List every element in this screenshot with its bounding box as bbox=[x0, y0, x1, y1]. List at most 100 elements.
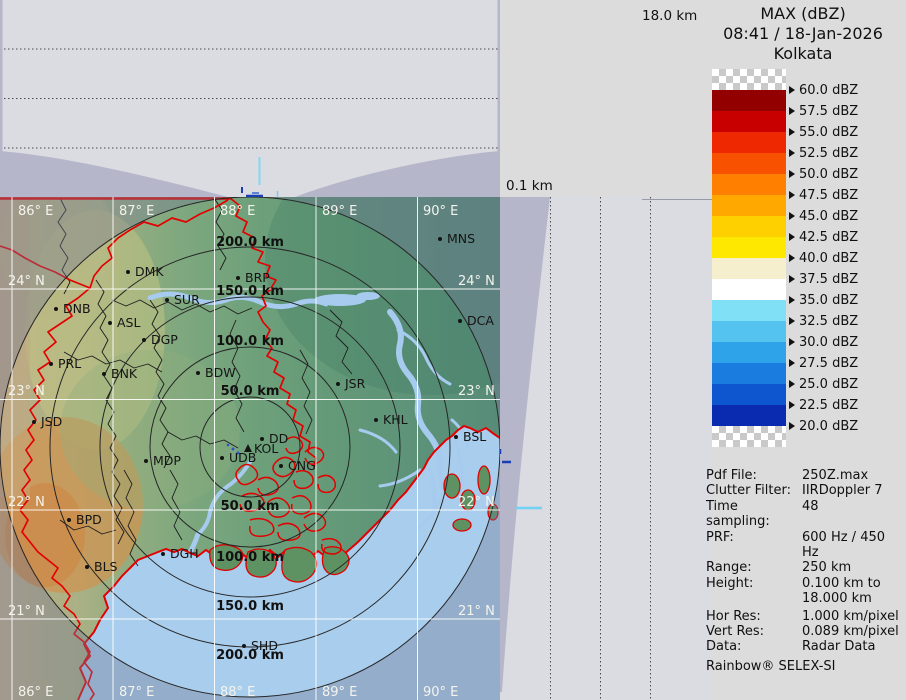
scan-datetime: 08:41 / 18-Jan-2026 bbox=[700, 24, 906, 44]
city-label: ASL bbox=[117, 315, 140, 330]
scale-tick: 50.0 dBZ bbox=[789, 165, 858, 183]
color-swatch bbox=[712, 384, 786, 405]
color-swatch bbox=[712, 216, 786, 237]
meta-row: Height:0.100 km to 18.000 km bbox=[706, 576, 904, 607]
color-swatch bbox=[712, 153, 786, 174]
scale-tick-label: 52.5 dBZ bbox=[799, 146, 858, 161]
lon-label: 87° E bbox=[119, 204, 154, 219]
city-label: MDP bbox=[153, 453, 181, 468]
lat-label: 22° N bbox=[458, 495, 495, 510]
meta-value: 48 bbox=[802, 499, 819, 530]
city-label: DGP bbox=[151, 332, 178, 347]
range-ring-label: 150.0 km bbox=[216, 284, 284, 299]
lon-label: 86° E bbox=[18, 204, 53, 219]
scale-tick: 20.0 dBZ bbox=[789, 417, 858, 435]
tick-arrow-icon bbox=[789, 233, 795, 241]
meta-row: Time sampling:48 bbox=[706, 499, 904, 530]
tick-arrow-icon bbox=[789, 296, 795, 304]
radar-site-label: KOL bbox=[254, 441, 278, 456]
scale-tick-label: 55.0 dBZ bbox=[799, 125, 858, 140]
city-label: JSR bbox=[344, 376, 366, 391]
scale-tick: 32.5 dBZ bbox=[789, 312, 858, 330]
scale-tick-label: 32.5 dBZ bbox=[799, 314, 858, 329]
scale-tick-label: 60.0 dBZ bbox=[799, 83, 858, 98]
scale-tick-label: 25.0 dBZ bbox=[799, 377, 858, 392]
scale-tick: 22.5 dBZ bbox=[789, 396, 858, 414]
city-label: DGH bbox=[170, 546, 199, 561]
lat-label: 21° N bbox=[458, 604, 495, 619]
tick-arrow-icon bbox=[789, 359, 795, 367]
color-scale bbox=[712, 69, 786, 447]
color-swatch bbox=[712, 279, 786, 300]
scale-tick: 60.0 dBZ bbox=[789, 81, 858, 99]
color-swatch bbox=[712, 237, 786, 258]
lat-label: 21° N bbox=[8, 604, 45, 619]
meta-value: 0.100 km to 18.000 km bbox=[802, 576, 881, 607]
tick-arrow-icon bbox=[789, 254, 795, 262]
color-swatch bbox=[712, 342, 786, 363]
scale-tick-label: 42.5 dBZ bbox=[799, 230, 858, 245]
color-swatch bbox=[712, 90, 786, 111]
height-axis-origin-label: 0.1 km bbox=[506, 178, 553, 194]
meta-value: 250Z.max bbox=[802, 468, 868, 483]
meta-row: Range:250 km bbox=[706, 560, 904, 575]
meta-value: 250 km bbox=[802, 560, 851, 575]
scale-tick: 27.5 dBZ bbox=[789, 354, 858, 372]
product-title: MAX (dBZ) bbox=[700, 4, 906, 24]
meta-value: Radar Data bbox=[802, 639, 875, 654]
meta-label: PRF: bbox=[706, 530, 802, 561]
tick-arrow-icon bbox=[789, 149, 795, 157]
meta-label: Vert Res: bbox=[706, 624, 802, 639]
city-label: DCA bbox=[467, 313, 494, 328]
range-ring-label: 150.0 km bbox=[216, 599, 284, 614]
scale-tick-label: 30.0 dBZ bbox=[799, 335, 858, 350]
lon-label: 89° E bbox=[322, 204, 357, 219]
meta-value: IIRDoppler 7 bbox=[802, 483, 883, 498]
tick-arrow-icon bbox=[789, 317, 795, 325]
scale-tick: 25.0 dBZ bbox=[789, 375, 858, 393]
lon-label: 89° E bbox=[322, 685, 357, 700]
scale-tick-label: 45.0 dBZ bbox=[799, 209, 858, 224]
scale-tick-label: 22.5 dBZ bbox=[799, 398, 858, 413]
height-axis-top-label: 18.0 km bbox=[642, 8, 697, 24]
city-label: DNB bbox=[63, 301, 91, 316]
color-swatch bbox=[712, 258, 786, 279]
city-label: BRP bbox=[245, 270, 270, 285]
city-label: UDB bbox=[229, 450, 256, 465]
scale-tick-label: 57.5 dBZ bbox=[799, 104, 858, 119]
lat-label: 24° N bbox=[8, 274, 45, 289]
lon-label: 86° E bbox=[18, 685, 53, 700]
lon-label: 90° E bbox=[423, 204, 458, 219]
tick-arrow-icon bbox=[789, 380, 795, 388]
right-height-profile-panel bbox=[499, 197, 712, 700]
city-label: KHL bbox=[383, 412, 408, 427]
range-ring-label: 200.0 km bbox=[216, 235, 284, 250]
scale-tick: 47.5 dBZ bbox=[789, 186, 858, 204]
meta-value: 600 Hz / 450 Hz bbox=[802, 530, 904, 561]
lat-label: 23° N bbox=[458, 384, 495, 399]
scale-tick-label: 35.0 dBZ bbox=[799, 293, 858, 308]
color-swatch bbox=[712, 405, 786, 426]
tick-arrow-icon bbox=[789, 338, 795, 346]
tick-arrow-icon bbox=[789, 170, 795, 178]
city-label: BDW bbox=[205, 365, 236, 380]
range-ring-label: 100.0 km bbox=[216, 334, 284, 349]
color-swatch bbox=[712, 69, 786, 90]
top-height-profile-panel bbox=[0, 0, 500, 197]
color-swatch bbox=[712, 195, 786, 216]
meta-label: Height: bbox=[706, 576, 802, 607]
scale-tick: 37.5 dBZ bbox=[789, 270, 858, 288]
meta-row: Clutter Filter:IIRDoppler 7 bbox=[706, 483, 904, 498]
tick-arrow-icon bbox=[789, 107, 795, 115]
meta-label: Pdf File: bbox=[706, 468, 802, 483]
city-label: SHD bbox=[251, 638, 278, 653]
tick-arrow-icon bbox=[789, 86, 795, 94]
city-label: BLS bbox=[94, 559, 118, 574]
city-label: JSD bbox=[40, 414, 62, 429]
scale-tick: 55.0 dBZ bbox=[789, 123, 858, 141]
city-label: BPD bbox=[76, 512, 102, 527]
lon-label: 88° E bbox=[220, 204, 255, 219]
tick-arrow-icon bbox=[789, 422, 795, 430]
meta-row: Vert Res:0.089 km/pixel bbox=[706, 624, 904, 639]
meta-value: 0.089 km/pixel bbox=[802, 624, 899, 639]
